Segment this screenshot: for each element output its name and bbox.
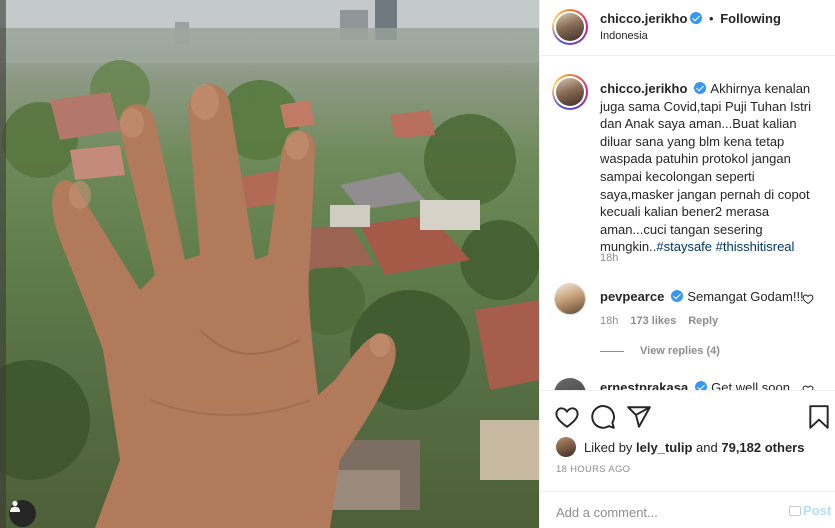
user-tag-icon[interactable] bbox=[9, 500, 36, 527]
commenter-avatar[interactable] bbox=[554, 378, 586, 390]
add-comment-bar: Post bbox=[540, 491, 835, 528]
bookmark-icon[interactable] bbox=[806, 404, 832, 430]
post-actions: Liked by lely_tulip and 79,182 others 18… bbox=[540, 390, 835, 528]
comment-text: Get well soon bbox=[711, 380, 790, 390]
verified-badge-icon bbox=[671, 290, 684, 302]
hashtag-staysafe[interactable]: #staysafe bbox=[656, 239, 712, 254]
heart-icon[interactable] bbox=[554, 404, 580, 430]
author-line: chicco.jerikho • Following bbox=[600, 11, 781, 26]
hashtag-thisshitisreal[interactable]: #thisshitisreal bbox=[716, 239, 795, 254]
location-link[interactable]: Indonesia bbox=[600, 30, 648, 42]
comments-list[interactable]: chicco.jerikho Akhirnya kenalan juga sama… bbox=[540, 57, 835, 390]
liked-by-others[interactable]: 79,182 others bbox=[721, 440, 804, 455]
verified-badge-icon bbox=[694, 82, 707, 94]
author-avatar[interactable] bbox=[552, 9, 588, 45]
caption-body: Akhirnya kenalan juga sama Covid,tapi Pu… bbox=[600, 81, 811, 255]
comment-text: Semangat Godam!!! bbox=[687, 289, 804, 304]
verified-badge-icon bbox=[695, 381, 708, 390]
verified-badge-icon bbox=[690, 12, 703, 24]
liked-by-prefix: Liked by bbox=[584, 439, 633, 455]
emoji-icon bbox=[789, 506, 801, 516]
liked-by-user[interactable]: lely_tulip bbox=[636, 440, 692, 455]
commenter-avatar[interactable] bbox=[554, 283, 586, 315]
view-replies-button[interactable]: View replies (4) bbox=[600, 345, 720, 357]
comment-item: pevpearce Semangat Godam!!! bbox=[600, 289, 804, 304]
post-button-label: Post bbox=[803, 503, 832, 518]
comment-icon[interactable] bbox=[590, 404, 616, 430]
post-header: chicco.jerikho • Following Indonesia bbox=[540, 0, 835, 56]
user-glyph bbox=[10, 500, 20, 512]
share-icon[interactable] bbox=[626, 404, 652, 430]
comment-username[interactable]: ernestprakasa bbox=[600, 380, 688, 390]
following-button[interactable]: Following bbox=[720, 11, 781, 26]
view-replies-label: View replies (4) bbox=[640, 345, 720, 357]
post-photo[interactable] bbox=[0, 0, 539, 528]
comment-time: 18h bbox=[600, 315, 619, 327]
photo-illustration bbox=[0, 0, 539, 528]
comment-input[interactable] bbox=[556, 502, 776, 522]
comment-likes[interactable]: 173 likes bbox=[630, 315, 676, 327]
caption: chicco.jerikho Akhirnya kenalan juga sama… bbox=[600, 80, 824, 256]
liked-by-and: and bbox=[696, 439, 718, 455]
comment-username[interactable]: pevpearce bbox=[600, 289, 664, 304]
caption-avatar[interactable] bbox=[552, 74, 588, 110]
caption-username[interactable]: chicco.jerikho bbox=[600, 81, 687, 96]
author-username[interactable]: chicco.jerikho bbox=[600, 11, 687, 26]
caption-time: 18h bbox=[600, 252, 619, 264]
comment-item: ernestprakasa Get well soon bbox=[600, 380, 790, 390]
liker-avatar bbox=[556, 437, 576, 457]
post-sidebar: chicco.jerikho • Following Indonesia chi… bbox=[539, 0, 835, 528]
post-comment-button[interactable]: Post bbox=[789, 503, 831, 518]
comment-meta: 18h 173 likes Reply bbox=[600, 315, 730, 327]
reply-button[interactable]: Reply bbox=[688, 315, 718, 327]
separator-dot: • bbox=[709, 11, 714, 26]
post-timestamp: 18 HOURS AGO bbox=[556, 464, 631, 475]
liked-by-summary[interactable]: Liked by lely_tulip and 79,182 others bbox=[556, 437, 804, 457]
heart-icon[interactable] bbox=[802, 293, 814, 305]
replies-divider bbox=[600, 350, 624, 352]
